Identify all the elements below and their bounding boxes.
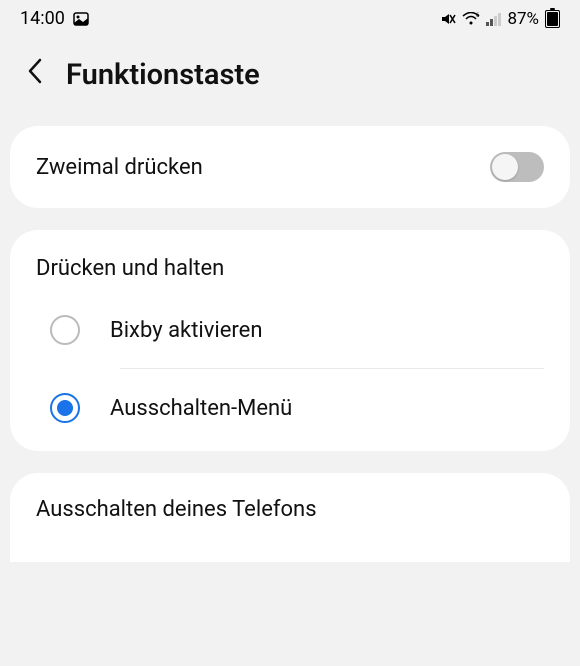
battery-icon (545, 10, 560, 28)
radio-icon (50, 393, 80, 423)
power-off-title: Ausschalten deines Telefons (36, 497, 544, 522)
radio-option-bixby[interactable]: Bixby aktivieren (10, 291, 570, 369)
double-press-row[interactable]: Zweimal drücken (10, 130, 570, 204)
page-title: Funktionstaste (66, 58, 260, 92)
wifi-icon: 6 (462, 12, 480, 26)
signal-icon (486, 12, 501, 26)
status-bar: 14:00 6 87% (0, 0, 580, 35)
page-header: Funktionstaste (0, 35, 580, 126)
picture-icon (73, 11, 89, 27)
press-hold-card: Drücken und halten Bixby aktivieren Auss… (10, 230, 570, 451)
mute-icon (440, 11, 456, 27)
double-press-label: Zweimal drücken (36, 155, 203, 180)
radio-label: Bixby aktivieren (110, 318, 262, 343)
press-hold-title: Drücken und halten (10, 234, 570, 291)
double-press-card: Zweimal drücken (10, 126, 570, 208)
radio-option-poweroff[interactable]: Ausschalten-Menü (10, 369, 570, 447)
radio-label: Ausschalten-Menü (110, 396, 292, 421)
toggle-knob (492, 154, 518, 180)
radio-icon (50, 315, 80, 345)
back-icon[interactable] (26, 57, 44, 92)
power-off-section[interactable]: Ausschalten deines Telefons (10, 473, 570, 562)
status-time: 14:00 (20, 8, 65, 29)
double-press-toggle[interactable] (490, 152, 544, 182)
battery-percent: 87% (507, 9, 539, 29)
